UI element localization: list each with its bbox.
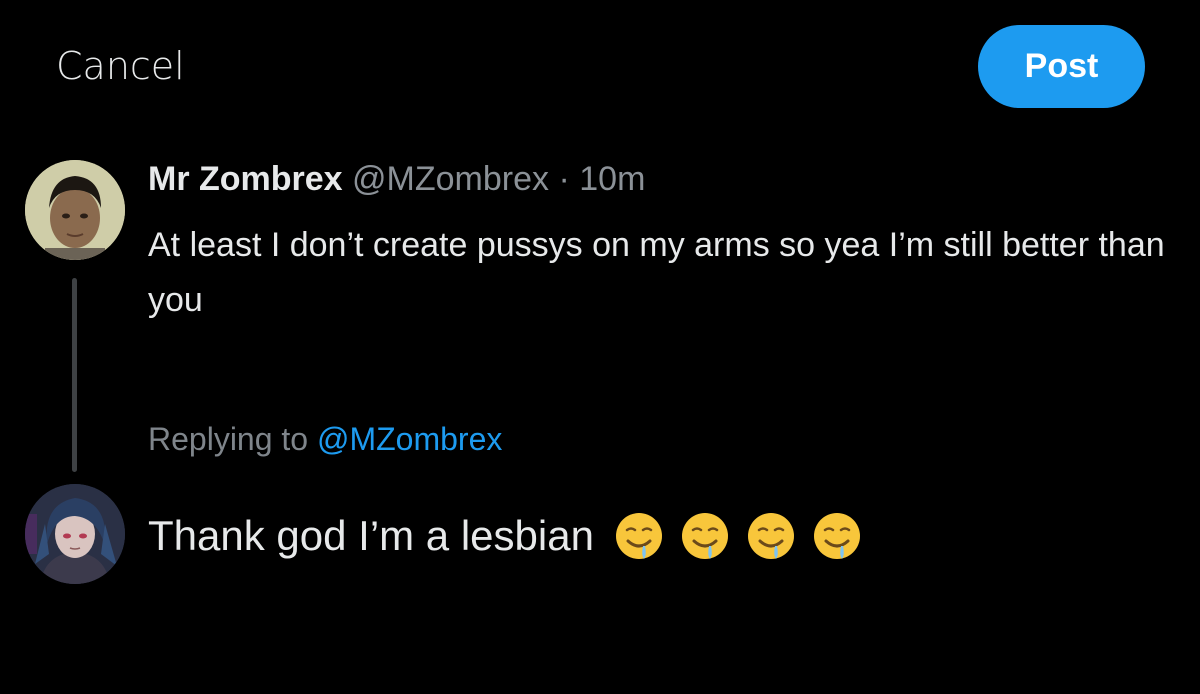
thread-connector-line bbox=[72, 278, 77, 472]
avatar-illustration-icon bbox=[25, 484, 125, 584]
quoted-timestamp: 10m bbox=[579, 160, 646, 198]
quoted-display-name[interactable]: Mr Zombrex bbox=[148, 160, 343, 198]
post-button[interactable]: Post bbox=[978, 25, 1145, 108]
cancel-button[interactable]: Cancel bbox=[56, 44, 185, 88]
drooling-face-icon bbox=[615, 513, 662, 559]
drooling-face-icon bbox=[681, 513, 728, 559]
drooling-face-icon bbox=[747, 513, 794, 559]
quoted-post-text: At least I don’t create pussys on my arm… bbox=[148, 226, 1165, 319]
replying-to-line: Replying to @MZombrex bbox=[148, 421, 502, 458]
dot-separator: · bbox=[558, 160, 570, 198]
avatar-photo-icon bbox=[25, 160, 125, 260]
quoted-author-avatar[interactable] bbox=[25, 160, 125, 260]
quoted-post-header: Mr Zombrex @MZombrex · 10m bbox=[148, 160, 645, 199]
replying-to-label: Replying to bbox=[148, 421, 309, 457]
reply-compose-area[interactable]: Thank god I’m a lesbian bbox=[148, 511, 862, 561]
user-avatar[interactable] bbox=[25, 484, 125, 584]
emoji-group bbox=[614, 511, 862, 561]
replying-to-handle-link[interactable]: @MZombrex bbox=[317, 421, 502, 457]
drooling-face-icon bbox=[813, 513, 860, 559]
reply-text: Thank god I’m a lesbian bbox=[148, 512, 594, 559]
quoted-handle[interactable]: @MZombrex bbox=[352, 160, 549, 198]
compose-reply-screen: Cancel Post Mr Zombrex @MZombrex · 10m A… bbox=[0, 0, 1200, 694]
